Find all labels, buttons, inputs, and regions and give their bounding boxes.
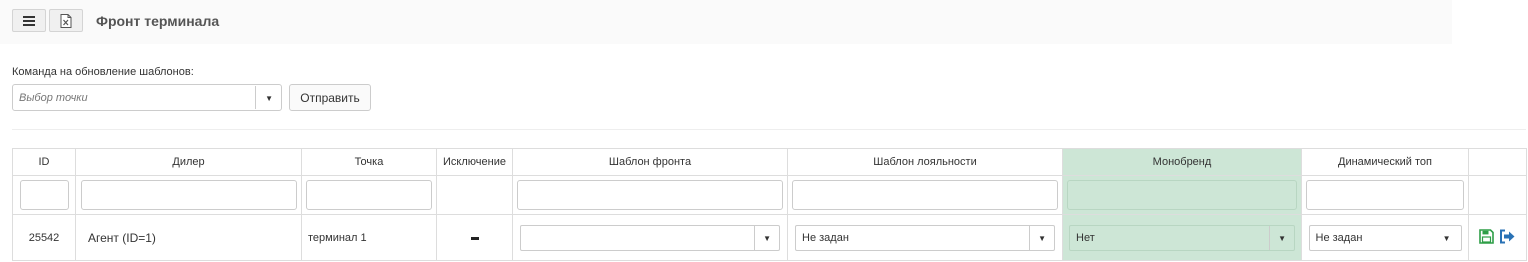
filter-exclusion-empty	[436, 175, 513, 215]
menu-icon	[23, 15, 35, 26]
cell-exclusion	[436, 214, 513, 261]
login-icon[interactable]	[1499, 229, 1516, 247]
monobrand-select[interactable]: Нет ▼	[1069, 224, 1295, 251]
excel-icon	[60, 13, 72, 28]
filter-actions-empty	[1468, 175, 1527, 215]
top-toolbar: Фронт терминала	[0, 0, 1452, 44]
terminals-table: ID Дилер Точка Исключение Шаблон фронта …	[12, 148, 1527, 261]
dynamic-top-select[interactable]: Не задан ▼	[1308, 224, 1462, 251]
caret-down-icon: ▼	[265, 94, 273, 103]
filter-dynamic-top-input[interactable]	[1306, 180, 1464, 210]
point-select-placeholder: Выбор точки	[19, 92, 88, 104]
col-header-exclusion[interactable]: Исключение	[436, 148, 513, 176]
cell-id: 25542	[12, 214, 76, 261]
filter-point-input[interactable]	[306, 180, 432, 210]
loyalty-template-value: Не задан	[802, 231, 849, 244]
cell-dealer: Агент (ID=1)	[75, 214, 302, 261]
cell-point: терминал 1	[301, 214, 437, 261]
col-header-point[interactable]: Точка	[301, 148, 437, 176]
header-row: ID Дилер Точка Исключение Шаблон фронта …	[12, 148, 1527, 176]
menu-button[interactable]	[12, 9, 46, 32]
monobrand-value: Нет	[1076, 231, 1095, 244]
caret-down-icon: ▼	[1278, 233, 1286, 243]
section-divider	[12, 129, 1526, 130]
select-separator	[255, 86, 256, 109]
minus-icon[interactable]	[470, 236, 479, 240]
col-header-front-template[interactable]: Шаблон фронта	[512, 148, 788, 176]
caret-down-icon: ▼	[1038, 233, 1046, 243]
caret-down-icon: ▼	[1442, 233, 1451, 243]
filter-front-template-input[interactable]	[517, 180, 783, 210]
select-separator	[1269, 225, 1270, 250]
col-header-loyalty-template[interactable]: Шаблон лояльности	[787, 148, 1063, 176]
col-header-dealer[interactable]: Дилер	[75, 148, 302, 176]
table-row: 25542 Агент (ID=1) терминал 1 ▼ Не задан…	[12, 214, 1527, 261]
filter-id-input[interactable]	[19, 180, 69, 210]
filter-loyalty-template-input[interactable]	[792, 180, 1058, 210]
col-header-dynamic-top[interactable]: Динамический топ	[1301, 148, 1469, 176]
filter-monobrand-input[interactable]	[1067, 180, 1297, 210]
front-template-select[interactable]: ▼	[520, 224, 780, 251]
col-header-actions	[1468, 148, 1527, 176]
save-icon[interactable]	[1479, 228, 1494, 247]
point-select[interactable]: Выбор точки ▼	[12, 84, 282, 111]
filter-dealer-input[interactable]	[80, 180, 297, 210]
cell-actions	[1468, 214, 1527, 261]
select-separator	[1029, 225, 1030, 250]
dynamic-top-value: Не задан	[1315, 231, 1363, 244]
select-separator	[754, 225, 755, 250]
col-header-id[interactable]: ID	[12, 148, 76, 176]
filter-row	[12, 175, 1527, 215]
command-label: Команда на обновление шаблонов:	[12, 66, 194, 78]
page-title: Фронт терминала	[96, 13, 220, 29]
loyalty-template-select[interactable]: Не задан ▼	[795, 224, 1055, 251]
caret-down-icon: ▼	[763, 233, 771, 243]
col-header-monobrand[interactable]: Монобренд	[1062, 148, 1302, 176]
excel-export-button[interactable]	[49, 9, 83, 32]
send-button[interactable]: Отправить	[289, 84, 371, 111]
